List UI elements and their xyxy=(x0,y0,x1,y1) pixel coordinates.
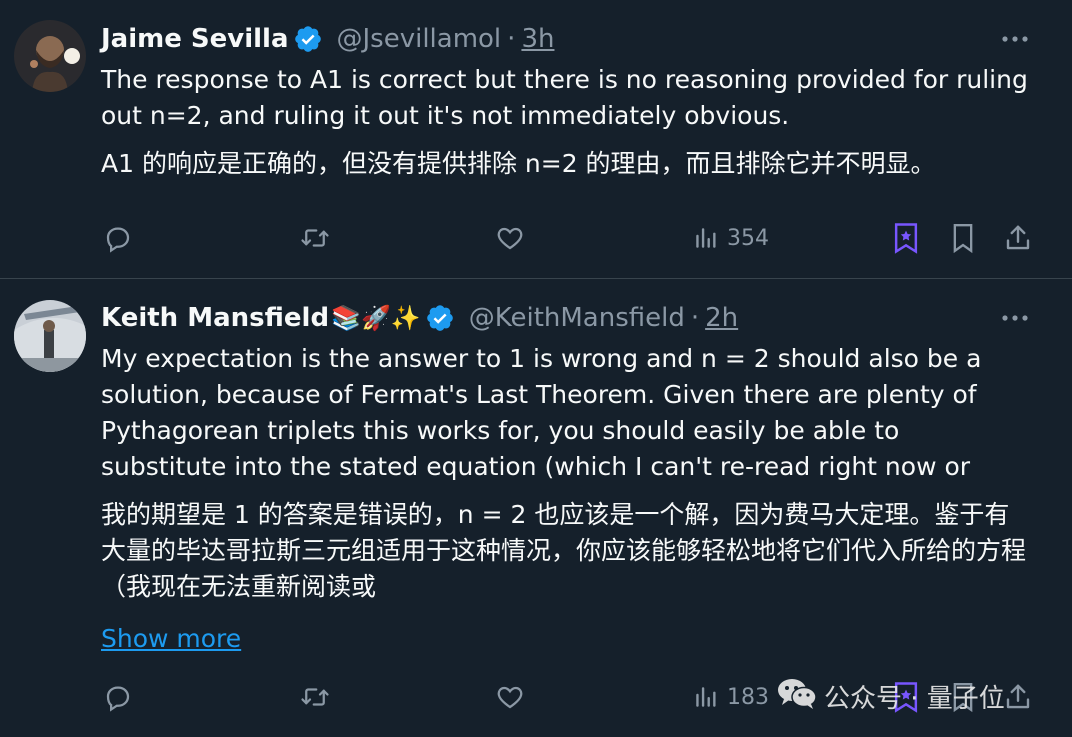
reply-icon xyxy=(103,223,133,253)
reply-icon xyxy=(103,682,133,712)
display-name[interactable]: Keith Mansfield xyxy=(101,300,329,336)
share-button[interactable] xyxy=(1003,218,1033,258)
name-emojis: 📚🚀✨ xyxy=(331,304,421,332)
watermark: 公众号 · 量子位 xyxy=(776,674,1005,718)
tweet-text: The response to A1 is correct but there … xyxy=(101,62,1031,182)
retweet-icon xyxy=(299,682,331,712)
bookmark-button[interactable] xyxy=(949,218,977,258)
retweet-button[interactable] xyxy=(299,218,331,258)
retweet-icon xyxy=(299,223,331,253)
timeline-feed: Jaime Sevilla @Jsevillamol · 3h The resp… xyxy=(0,0,1072,737)
tweet-text-translation: 我的期望是 1 的答案是错误的，n = 2 也应该是一个解，因为费马大定理。鉴于… xyxy=(101,500,1027,601)
grok-bookmark-button[interactable] xyxy=(891,218,921,258)
tweet-text-translation: A1 的响应是正确的，但没有提供排除 n=2 的理由，而且排除它并不明显。 xyxy=(101,149,936,178)
views-count: 354 xyxy=(727,225,769,251)
tweet-text: My expectation is the answer to 1 is wro… xyxy=(101,341,1031,605)
like-icon xyxy=(495,223,525,253)
separator-dot: · xyxy=(690,303,700,333)
bookmark-icon xyxy=(949,222,977,254)
share-icon xyxy=(1003,682,1033,712)
user-handle[interactable]: @Jsevillamol xyxy=(337,21,502,57)
views-icon xyxy=(693,683,719,711)
separator-dot: · xyxy=(507,24,516,54)
timestamp[interactable]: 2h xyxy=(705,300,738,336)
tweet-keith-mansfield[interactable]: Keith Mansfield 📚🚀✨ @KeithMansfield · 2h… xyxy=(0,279,1072,737)
show-more-link[interactable]: Show more xyxy=(101,621,241,657)
verified-badge-icon xyxy=(293,24,323,54)
timestamp[interactable]: 3h xyxy=(521,21,554,57)
like-button[interactable] xyxy=(495,218,525,258)
retweet-button[interactable] xyxy=(299,677,331,717)
share-icon xyxy=(1003,223,1033,253)
views-count: 183 xyxy=(727,684,769,710)
grok-bookmark-icon xyxy=(891,222,921,254)
views-button[interactable]: 354 xyxy=(693,218,769,258)
more-options-icon[interactable] xyxy=(1000,303,1030,333)
like-button[interactable] xyxy=(495,677,525,717)
avatar[interactable] xyxy=(14,20,86,92)
avatar[interactable] xyxy=(14,300,86,372)
tweet-header: Keith Mansfield 📚🚀✨ @KeithMansfield · 2h xyxy=(101,300,738,336)
watermark-text: 公众号 · 量子位 xyxy=(824,683,1005,714)
more-options-icon[interactable] xyxy=(1000,24,1030,54)
user-handle[interactable]: @KeithMansfield xyxy=(469,300,685,336)
like-icon xyxy=(495,682,525,712)
views-button[interactable]: 183 xyxy=(693,677,769,717)
reply-button[interactable] xyxy=(103,677,133,717)
share-button[interactable] xyxy=(1003,677,1033,717)
wechat-icon xyxy=(776,675,818,718)
reply-button[interactable] xyxy=(103,218,133,258)
action-bar: 354 xyxy=(0,218,1072,258)
tweet-text-original: The response to A1 is correct but there … xyxy=(101,65,1028,130)
views-icon xyxy=(693,224,719,252)
tweet-header: Jaime Sevilla @Jsevillamol · 3h xyxy=(101,21,554,57)
display-name[interactable]: Jaime Sevilla xyxy=(101,21,289,57)
verified-badge-icon xyxy=(425,303,455,333)
tweet-text-original: My expectation is the answer to 1 is wro… xyxy=(101,344,982,481)
tweet-jaime-sevilla[interactable]: Jaime Sevilla @Jsevillamol · 3h The resp… xyxy=(0,0,1072,279)
